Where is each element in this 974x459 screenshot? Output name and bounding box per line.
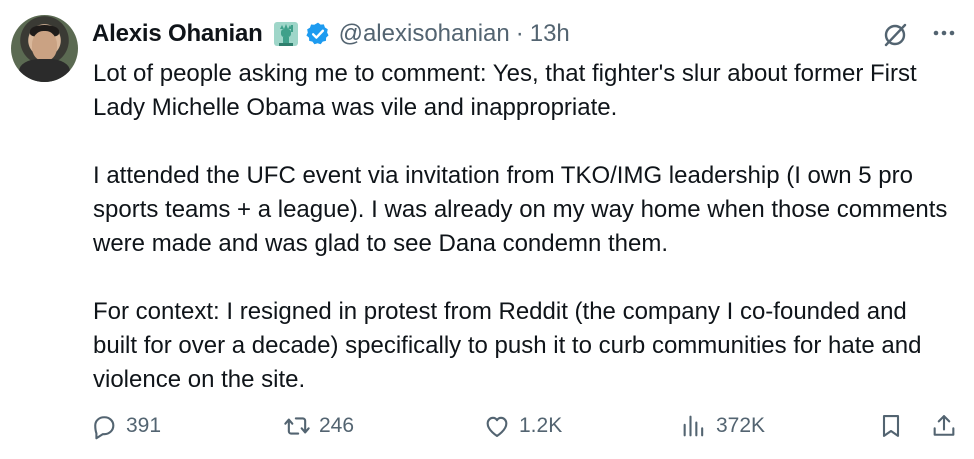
view-count: 372K	[716, 414, 766, 437]
author-handle[interactable]: @alexisohanian	[339, 20, 510, 48]
like-icon	[486, 416, 508, 437]
author-avatar[interactable]	[11, 15, 78, 82]
statue-of-liberty-icon	[272, 20, 300, 48]
avatar-body	[19, 59, 70, 82]
views-icon	[683, 415, 704, 437]
verified-badge-icon[interactable]	[305, 21, 331, 47]
post-body: Lot of people asking me to comment: Yes,…	[93, 57, 953, 397]
more-icon[interactable]	[931, 18, 957, 48]
separator-dot: ·	[515, 20, 524, 47]
post-paragraph: I attended the UFC event via invitation …	[93, 162, 948, 257]
post-paragraph: For context: I resigned in protest from …	[93, 298, 922, 393]
reply-icon	[94, 416, 115, 440]
post-paragraph: Lot of people asking me to comment: Yes,…	[93, 60, 917, 121]
bookmark-button[interactable]	[877, 409, 913, 443]
grok-icon[interactable]	[880, 20, 910, 50]
post-header: Alexis Ohanian @alexisohanian · 13h	[92, 18, 570, 50]
views-button[interactable]: 372K	[680, 409, 765, 443]
like-button[interactable]: 1.2K	[483, 409, 562, 443]
share-icon	[933, 415, 955, 436]
repost-button[interactable]: 246	[283, 409, 354, 443]
post-timestamp[interactable]: 13h	[530, 20, 570, 48]
reply-count: 391	[126, 414, 162, 437]
repost-count: 246	[319, 414, 355, 437]
avatar-face	[32, 31, 57, 61]
bookmark-icon	[882, 415, 900, 437]
reply-button[interactable]: 391	[90, 409, 161, 443]
share-button[interactable]	[930, 409, 966, 443]
repost-icon	[284, 417, 310, 435]
action-bar: 391 246 1.2K 372K	[88, 409, 962, 443]
author-name[interactable]: Alexis Ohanian	[92, 20, 263, 48]
like-count: 1.2K	[519, 414, 563, 437]
